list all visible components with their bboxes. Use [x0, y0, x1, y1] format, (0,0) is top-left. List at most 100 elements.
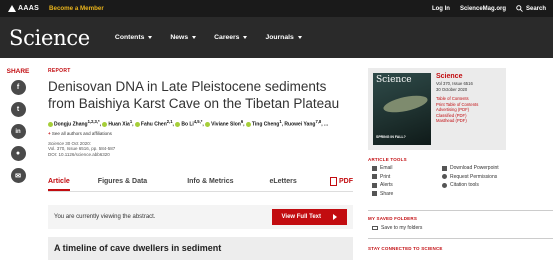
search-button[interactable]: Search [516, 5, 546, 12]
twitter-share-button[interactable]: t [10, 102, 26, 117]
see-all-authors-link[interactable]: + See all authors and affiliations [48, 131, 353, 136]
issue-volume: Vol 370, Issue 6516 [436, 81, 473, 86]
nav-label: Journals [265, 34, 294, 41]
authors-more: ... [324, 121, 329, 128]
author-affil: 7,8 [315, 119, 322, 124]
tool-label: Request Permissions [450, 173, 498, 180]
author-affil: 1,2,3,* [87, 119, 100, 124]
author-name[interactable]: Ruowei Yang [284, 122, 315, 128]
article-tools: Email Download Powerpoint Print Request … [372, 165, 532, 197]
email-tool[interactable]: Email [372, 165, 442, 171]
orcid-icon [134, 121, 140, 127]
share-label: SHARE [6, 68, 30, 75]
publish-date: 30 Oct 2020: [65, 140, 92, 146]
author-affil: 2,1 [166, 119, 173, 124]
nav-label: Careers [214, 34, 240, 41]
linkedin-icon: in [15, 128, 21, 135]
email-share-button[interactable]: ✉ [10, 168, 26, 183]
author-name[interactable]: Bo Li [181, 122, 194, 128]
nav-label: News [170, 34, 189, 41]
author-affil: 4,5,* [193, 119, 203, 124]
chevron-down-icon [148, 36, 153, 39]
tab-figures-data[interactable]: Figures & Data [98, 178, 147, 185]
reddit-icon: ● [15, 150, 21, 157]
journal-name: Science [48, 140, 65, 146]
issue-box: Science SPRING IN FALL? Science Vol 370,… [368, 68, 506, 150]
author-name[interactable]: Dongju Zhang [54, 122, 88, 128]
pdf-icon [330, 177, 337, 186]
reddit-share-button[interactable]: ● [10, 146, 26, 161]
author-name[interactable]: Fahu Chen [141, 122, 167, 128]
article-title: Denisovan DNA in Late Pleistocene sedime… [48, 79, 340, 111]
tool-label: Citation tools [450, 182, 479, 188]
tool-label: Alerts [380, 182, 393, 188]
article-tabs: Article Figures & Data Info & Metrics eL… [48, 172, 353, 192]
share-column: SHARE f t in ● ✉ [0, 68, 36, 190]
tab-article[interactable]: Article [48, 178, 70, 191]
twitter-icon: t [16, 106, 20, 113]
divider [368, 238, 553, 239]
login-link[interactable]: Log In [432, 6, 450, 12]
tool-label: Download Powerpoint [450, 165, 499, 171]
view-full-text-button[interactable]: View Full Text [271, 209, 347, 225]
orcid-icon [175, 121, 181, 127]
citation-tools-tool[interactable]: Citation tools [442, 182, 527, 188]
issue-journal-name[interactable]: Science [436, 73, 478, 81]
author-name[interactable]: Viviane Slon [211, 122, 241, 128]
email-icon [372, 165, 377, 171]
aaas-logo[interactable]: AAAS [8, 5, 39, 12]
tool-label: Email [380, 165, 393, 171]
issue-info: Science Vol 370, Issue 6516 30 October 2… [436, 73, 478, 145]
nav-journals[interactable]: Journals [265, 34, 302, 41]
citation-icon [442, 182, 447, 188]
science-logo[interactable]: Science [9, 26, 90, 50]
nav-news[interactable]: News [170, 34, 197, 41]
cover-fish-image [382, 92, 429, 116]
alerts-tool[interactable]: Alerts [372, 182, 442, 188]
saved-folders-title: MY SAVED FOLDERS [368, 216, 418, 221]
divider [368, 210, 553, 211]
copyright-icon [442, 174, 447, 179]
download-icon [442, 165, 447, 171]
tab-eletters[interactable]: eLetters [270, 178, 297, 185]
request-permissions-tool[interactable]: Request Permissions [442, 174, 527, 180]
save-to-folders-link[interactable]: Save to my folders [372, 225, 422, 231]
orcid-icon [245, 121, 251, 127]
issue-cover-image[interactable]: Science SPRING IN FALL? [373, 73, 431, 145]
author-name[interactable]: Ting Cheng [252, 122, 279, 128]
chevron-down-icon [243, 36, 248, 39]
orcid-icon [205, 121, 211, 127]
share-tool[interactable]: Share [372, 191, 442, 197]
facebook-icon: f [16, 84, 20, 91]
download-powerpoint-tool[interactable]: Download Powerpoint [442, 165, 527, 171]
folder-icon [372, 226, 378, 230]
author-name[interactable]: Huan Xia [108, 122, 129, 128]
print-icon [372, 174, 377, 179]
print-tool[interactable]: Print [372, 174, 442, 180]
chevron-down-icon [192, 36, 197, 39]
linkedin-share-button[interactable]: in [10, 124, 26, 139]
article-type: REPORT [48, 68, 71, 74]
mail-icon: ✉ [15, 172, 21, 180]
pdf-link[interactable]: PDF [330, 177, 353, 186]
main-nav: Science Contents News Careers Journals [0, 17, 553, 58]
sciencemag-link[interactable]: ScienceMag.org [460, 6, 506, 12]
aaas-label: AAAS [18, 5, 40, 12]
alert-icon [372, 182, 377, 188]
facebook-share-button[interactable]: f [10, 80, 26, 95]
cover-text: SPRING IN FALL? [376, 135, 406, 139]
orcid-icon [102, 121, 108, 127]
nav-contents[interactable]: Contents [115, 34, 153, 41]
abstract-notice-text: You are currently viewing the abstract. [54, 214, 156, 220]
see-all-label: See all authors and affiliations [51, 130, 112, 136]
tab-info-metrics[interactable]: Info & Metrics [187, 178, 233, 185]
nav-careers[interactable]: Careers [214, 34, 248, 41]
save-label: Save to my folders [381, 225, 423, 231]
author-affil: 1 [279, 119, 282, 124]
doi[interactable]: DOI: 10.1126/science.abb6320 [48, 152, 353, 158]
tool-label: Share [380, 190, 394, 197]
search-label: Search [525, 5, 546, 12]
become-member-link[interactable]: Become a Member [49, 5, 104, 12]
masthead-link[interactable]: Masthead (PDF) [436, 118, 478, 124]
author-list: Dongju Zhang1,2,3,*, Huan Xia1, Fahu Che… [48, 118, 353, 129]
